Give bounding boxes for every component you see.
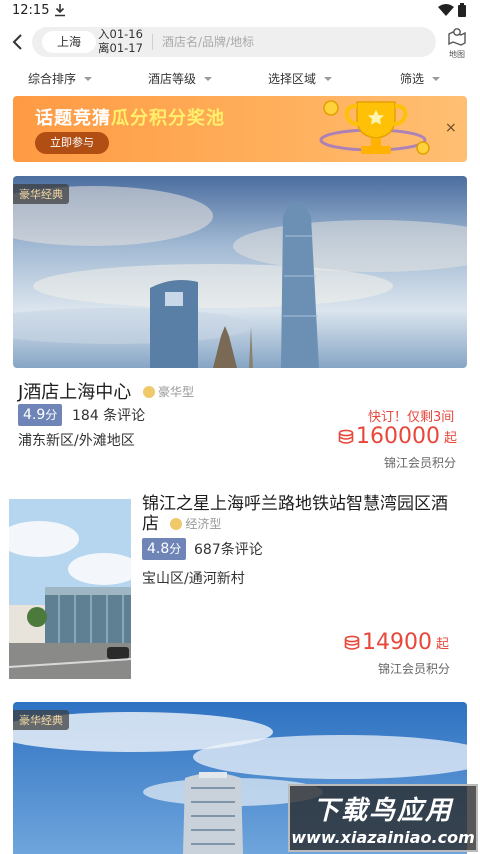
hotel-photo-skyline xyxy=(13,176,467,368)
hotel-price: 160000 起 xyxy=(338,424,457,449)
caret-down-icon xyxy=(204,77,213,81)
hotel-name-text: J酒店上海中心 xyxy=(18,382,132,403)
caret-down-icon xyxy=(84,77,93,81)
status-bar: 12:15 xyxy=(0,0,480,22)
checkin-date: 入01-16 xyxy=(98,27,143,41)
hotel-level: 豪华型 xyxy=(143,383,194,400)
rating-badge: 4.8分 xyxy=(142,538,187,560)
search-bar[interactable]: 上海 入01-16 离01-17 酒店名/品牌/地标 xyxy=(32,27,436,57)
hotel-level: 经济型 xyxy=(170,514,221,534)
price-type: 锦江会员积分 xyxy=(378,662,451,676)
caret-down-icon xyxy=(324,77,333,81)
date-selector[interactable]: 入01-16 离01-17 xyxy=(98,27,143,55)
price-suffix: 起 xyxy=(436,637,450,652)
hotel-level-text: 经济型 xyxy=(185,517,222,531)
top-nav: 上海 入01-16 离01-17 酒店名/品牌/地标 地图 xyxy=(0,24,480,60)
rating-badge: 4.9分 xyxy=(18,404,63,426)
hotel-tag: 豪华经典 xyxy=(13,710,69,730)
caret-down-icon xyxy=(432,77,441,81)
filter-label: 综合排序 xyxy=(28,72,77,86)
points-coin-icon xyxy=(344,635,360,650)
banner-title-highlight: 瓜分积分奖池 xyxy=(111,108,225,129)
filter-more[interactable]: 筛选 xyxy=(400,70,441,87)
price-value: 14900 xyxy=(362,630,432,655)
hotel-level-text: 豪华型 xyxy=(158,385,195,399)
back-icon[interactable] xyxy=(8,32,28,52)
filter-label: 选择区域 xyxy=(268,72,317,86)
hotel-thumbnail[interactable] xyxy=(9,499,131,679)
rating-value: 4.9 xyxy=(23,407,46,423)
urgency-notice: 快订！仅剩3间 xyxy=(368,410,455,425)
filter-sort[interactable]: 综合排序 xyxy=(28,70,93,87)
filter-area[interactable]: 选择区域 xyxy=(268,70,333,87)
battery-icon xyxy=(458,3,466,17)
checkout-date: 离01-17 xyxy=(98,41,143,55)
status-time: 12:15 xyxy=(12,3,50,18)
filter-label: 酒店等级 xyxy=(148,72,197,86)
site-watermark: 下载鸟应用 www.xiazainiao.com xyxy=(288,784,478,852)
download-icon xyxy=(55,4,65,17)
price-type: 锦江会员积分 xyxy=(384,456,457,470)
close-icon[interactable]: × xyxy=(445,120,457,136)
level-badge-icon xyxy=(170,518,183,530)
review-count: 687条评论 xyxy=(194,542,263,558)
level-badge-icon xyxy=(143,386,156,398)
wifi-icon xyxy=(438,4,454,16)
review-count: 184 条评论 xyxy=(72,408,146,424)
hotel-tag: 豪华经典 xyxy=(13,184,69,204)
watermark-title: 下载鸟应用 xyxy=(312,796,453,826)
map-label: 地图 xyxy=(449,50,465,59)
rating-unit: 分 xyxy=(169,542,182,556)
filter-hotel-level[interactable]: 酒店等级 xyxy=(148,70,213,87)
hotel-image[interactable]: 豪华经典 xyxy=(13,176,467,368)
city-selector[interactable]: 上海 xyxy=(42,31,96,53)
hotel-price: 14900 起 xyxy=(344,630,449,655)
rating-value: 4.8 xyxy=(147,541,170,557)
hotel-area: 宝山区/通河新村 xyxy=(142,571,245,587)
banner-title: 话题竞猜瓜分积分奖池 xyxy=(35,104,225,130)
filter-label: 筛选 xyxy=(400,72,425,86)
watermark-url: www.xiazainiao.com xyxy=(291,828,475,847)
price-suffix: 起 xyxy=(443,431,457,446)
hotel-name[interactable]: 锦江之星上海呼兰路地铁站智慧湾园区酒店 经济型 xyxy=(142,494,460,534)
price-value: 160000 xyxy=(356,424,440,449)
map-button[interactable]: 地图 xyxy=(444,26,470,59)
points-coin-icon xyxy=(338,429,354,444)
divider xyxy=(152,34,153,50)
hotel-photo-building xyxy=(9,499,131,679)
rating-unit: 分 xyxy=(45,408,58,422)
map-icon xyxy=(448,28,466,46)
join-button[interactable]: 立即参与 xyxy=(35,132,109,154)
promo-banner[interactable]: 话题竞猜瓜分积分奖池 立即参与 × xyxy=(13,96,467,162)
banner-title-part1: 话题竞猜 xyxy=(35,108,111,129)
filter-bar: 综合排序 酒店等级 选择区域 筛选 xyxy=(0,64,480,92)
search-input[interactable]: 酒店名/品牌/地标 xyxy=(162,27,254,57)
trophy-icon xyxy=(319,100,430,155)
hotel-area: 浦东新区/外滩地区 xyxy=(18,433,135,449)
hotel-name[interactable]: J酒店上海中心 豪华型 xyxy=(18,378,194,404)
